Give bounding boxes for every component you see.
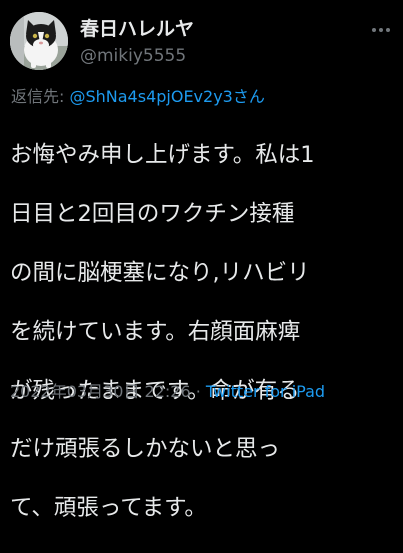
tweet-text: お悔やみ申し上げます。私は1 日目と2回目のワクチン接種 の間に脳梗塞になり,リ… bbox=[10, 112, 400, 553]
display-name[interactable]: 春日ハレルヤ bbox=[80, 14, 194, 41]
tweet: 春日ハレルヤ @mikiy5555 返信先: @ShNa4s4pjOEv2y3さ… bbox=[0, 0, 403, 521]
more-options-icon-dot bbox=[379, 28, 383, 32]
tweet-text-line: だけ頑張るしかないと思っ bbox=[10, 436, 281, 463]
meta-separator: · bbox=[190, 382, 206, 401]
user-handle[interactable]: @mikiy5555 bbox=[80, 46, 186, 66]
tweet-meta: 2022年03月30日 22:26 · Twitter for iPad bbox=[10, 378, 325, 402]
tweet-timestamp[interactable]: 2022年03月30日 22:26 bbox=[10, 382, 191, 401]
more-options-icon bbox=[372, 28, 376, 32]
reply-label: 返信先: bbox=[11, 87, 70, 106]
more-options-icon-dot bbox=[386, 28, 390, 32]
reply-user-link[interactable]: @ShNa4s4pjOEv2y3さん bbox=[69, 87, 264, 106]
tweet-text-line: お悔やみ申し上げます。私は1 bbox=[10, 142, 315, 169]
reply-context: 返信先: @ShNa4s4pjOEv2y3さん bbox=[11, 83, 265, 107]
cat-avatar-icon bbox=[10, 12, 68, 70]
tweet-text-line: て、頑張ってます。 bbox=[10, 495, 207, 522]
more-options-button[interactable] bbox=[368, 22, 394, 38]
tweet-source-link[interactable]: Twitter for iPad bbox=[206, 382, 325, 401]
avatar[interactable] bbox=[10, 12, 68, 70]
tweet-text-line: を続けています。右顔面麻痺 bbox=[10, 318, 301, 345]
tweet-text-line: 日目と2回目のワクチン接種 bbox=[10, 201, 295, 228]
tweet-text-line: の間に脳梗塞になり,リハビリ bbox=[10, 260, 310, 287]
